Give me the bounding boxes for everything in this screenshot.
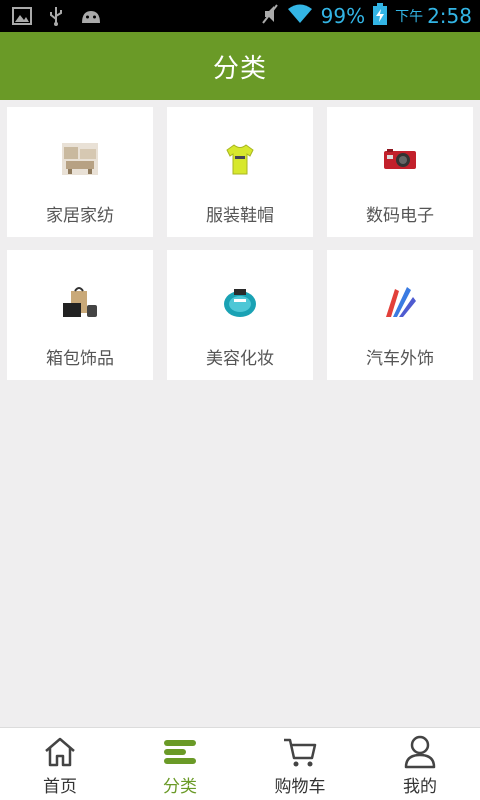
bottom-tab-bar: 首页 分类 购物车 我的 bbox=[0, 727, 480, 800]
time-period: 下午 bbox=[395, 9, 424, 25]
battery-percentage: 99% bbox=[320, 4, 366, 28]
category-label: 数码电子 bbox=[366, 206, 434, 226]
category-item-clothing[interactable]: 服装鞋帽 bbox=[167, 107, 313, 237]
tab-label: 购物车 bbox=[274, 777, 326, 797]
tab-label: 我的 bbox=[403, 777, 437, 797]
category-icon bbox=[162, 734, 198, 770]
battery-charging-icon bbox=[373, 3, 388, 29]
category-item-beauty[interactable]: 美容化妆 bbox=[167, 250, 313, 380]
category-item-bags[interactable]: 箱包饰品 bbox=[7, 250, 153, 380]
clock: 2:58 bbox=[427, 4, 472, 28]
category-label: 汽车外饰 bbox=[366, 349, 434, 369]
category-label: 箱包饰品 bbox=[46, 349, 114, 369]
tab-cart[interactable]: 购物车 bbox=[240, 728, 360, 800]
category-item-car-accessories[interactable]: 汽车外饰 bbox=[327, 250, 473, 380]
android-icon bbox=[80, 7, 102, 29]
perfume-icon bbox=[220, 282, 260, 322]
tab-category[interactable]: 分类 bbox=[120, 728, 240, 800]
cart-icon bbox=[282, 734, 318, 770]
mute-icon bbox=[261, 3, 279, 29]
category-label: 服装鞋帽 bbox=[206, 206, 274, 226]
category-item-home-textile[interactable]: 家居家纺 bbox=[7, 107, 153, 237]
usb-icon bbox=[48, 6, 64, 30]
wifi-icon bbox=[287, 4, 313, 28]
user-icon bbox=[403, 734, 437, 770]
car-decoration-icon bbox=[380, 282, 420, 322]
tab-label: 分类 bbox=[163, 777, 197, 797]
tab-home[interactable]: 首页 bbox=[0, 728, 120, 800]
category-label: 家居家纺 bbox=[46, 206, 114, 226]
home-icon bbox=[43, 734, 77, 770]
image-icon bbox=[12, 7, 32, 29]
page-header: 分类 bbox=[0, 32, 480, 100]
bags-icon bbox=[60, 282, 100, 322]
home-textile-icon bbox=[60, 139, 100, 179]
tshirt-icon bbox=[220, 139, 260, 179]
tab-label: 首页 bbox=[43, 777, 77, 797]
tab-profile[interactable]: 我的 bbox=[360, 728, 480, 800]
status-bar: 99% 下午 2:58 bbox=[0, 0, 480, 32]
category-label: 美容化妆 bbox=[206, 349, 274, 369]
category-item-digital[interactable]: 数码电子 bbox=[327, 107, 473, 237]
camera-icon bbox=[380, 139, 420, 179]
page-title: 分类 bbox=[212, 53, 267, 84]
